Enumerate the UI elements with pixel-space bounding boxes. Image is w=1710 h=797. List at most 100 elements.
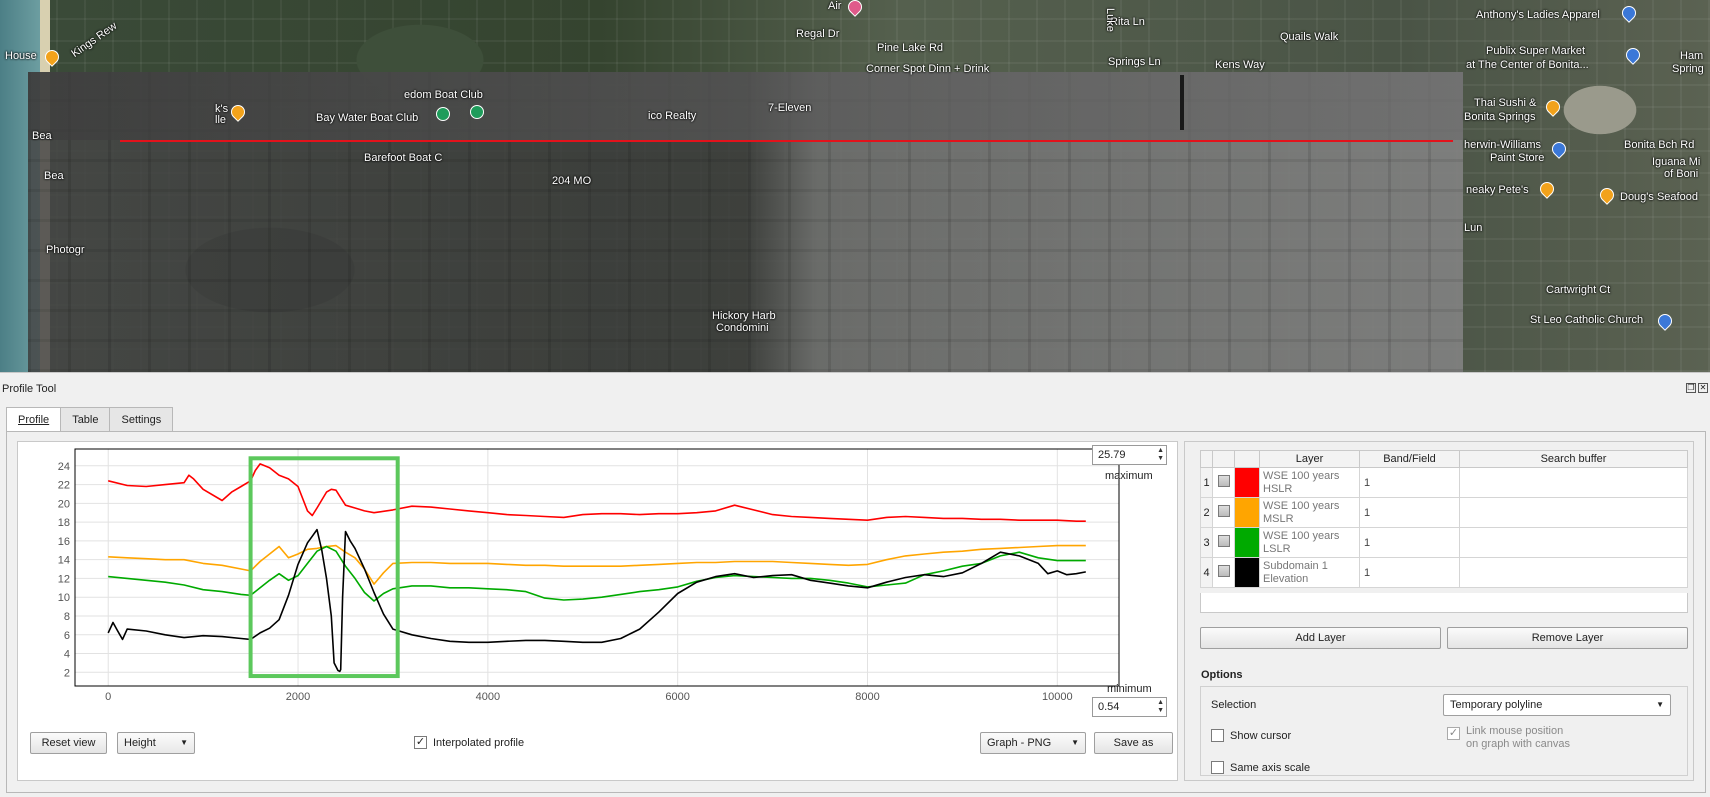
profile-polyline[interactable]: [120, 140, 1453, 142]
checkbox-checked-icon[interactable]: ✓: [414, 736, 427, 749]
save-as-button[interactable]: Save as: [1094, 732, 1173, 754]
map-label: Bea: [44, 170, 64, 182]
map-label: Bay Water Boat Club: [316, 112, 419, 124]
checkbox-icon[interactable]: [1211, 761, 1224, 774]
color-swatch[interactable]: [1235, 528, 1259, 557]
checkbox-icon[interactable]: [1217, 535, 1230, 547]
same-axis-scale-label: Same axis scale: [1230, 761, 1311, 774]
row-search-buffer[interactable]: [1459, 467, 1688, 498]
row-visibility-checkbox[interactable]: [1212, 527, 1235, 558]
link-mouse-label-line1: Link mouse position: [1466, 725, 1564, 737]
row-number: 3: [1200, 527, 1213, 558]
road-segment: [1180, 75, 1184, 130]
map-label: Ham: [1680, 50, 1704, 62]
checkbox-icon[interactable]: [1217, 505, 1230, 517]
same-axis-scale-checkbox[interactable]: Same axis scale: [1211, 761, 1310, 774]
remove-layer-button[interactable]: Remove Layer: [1447, 627, 1688, 649]
row-color-swatch[interactable]: [1234, 557, 1260, 588]
row-visibility-checkbox[interactable]: [1212, 467, 1235, 498]
boat-club-pin-icon[interactable]: [470, 105, 484, 119]
profile-plot[interactable]: 0 2000 4000 6000 8000 10000 2 4 6 8 10 12 14 16 18 20 22…: [35, 448, 1120, 714]
row-band[interactable]: 1: [1359, 467, 1460, 498]
profile-tab-body: 0 2000 4000 6000 8000 10000 2 4 6 8 10 12 14 16 18 20 22…: [6, 431, 1706, 793]
profile-chart-svg: 0 2000 4000 6000 8000 10000246810121416182022…: [58, 448, 1120, 703]
interpolated-profile-checkbox[interactable]: ✓ Interpolated profile: [414, 736, 524, 749]
min-label: minimum: [1107, 683, 1152, 695]
map-label: ico Realty: [648, 110, 697, 122]
boat-club-pin-icon[interactable]: [436, 107, 450, 121]
y-tick-label: 18: [58, 517, 70, 529]
row-color-swatch[interactable]: [1234, 527, 1260, 558]
color-swatch[interactable]: [1235, 468, 1259, 497]
map-label: lle: [215, 114, 227, 126]
selection-label: Selection: [1211, 699, 1257, 711]
header-band[interactable]: Band/Field: [1359, 450, 1460, 468]
add-layer-button[interactable]: Add Layer: [1200, 627, 1441, 649]
link-mouse-checkbox[interactable]: ✓ Link mouse position on graph with canv…: [1447, 725, 1570, 751]
table-header-row: Layer Band/Field Search buffer: [1200, 450, 1688, 468]
checkbox-icon[interactable]: [1217, 565, 1230, 577]
min-spinbox[interactable]: 0.54 ▲ ▼: [1092, 697, 1167, 717]
tab-table[interactable]: Table: [60, 407, 111, 432]
options-title: Options: [1201, 669, 1243, 681]
link-mouse-label-line2: on graph with canvas: [1466, 738, 1570, 750]
link-mouse-label: Link mouse position on graph with canvas: [1466, 725, 1570, 751]
y-tick-label: 10: [58, 592, 70, 604]
table-row[interactable]: 3 WSE 100 years LSLR 1: [1200, 527, 1688, 558]
spin-arrows-icon[interactable]: ▲ ▼: [1157, 447, 1164, 463]
table-empty-area: [1200, 593, 1688, 613]
tab-settings[interactable]: Settings: [109, 407, 174, 432]
table-row[interactable]: 1 WSE 100 years HSLR 1: [1200, 467, 1688, 498]
row-color-swatch[interactable]: [1234, 467, 1260, 498]
options-group: Selection Temporary polyline ▼ Show curs…: [1200, 686, 1688, 776]
checkbox-checked-icon[interactable]: ✓: [1447, 727, 1460, 740]
row-band[interactable]: 1: [1359, 527, 1460, 558]
row-search-buffer[interactable]: [1459, 497, 1688, 528]
table-row[interactable]: 4 Subdomain 1 Elevation 1: [1200, 557, 1688, 588]
row-search-buffer[interactable]: [1459, 527, 1688, 558]
y-tick-label: 2: [64, 667, 70, 679]
reset-view-button[interactable]: Reset view: [30, 732, 107, 754]
max-spinbox[interactable]: 25.79 ▲ ▼: [1092, 445, 1167, 465]
map-label: Quails Walk: [1280, 31, 1339, 43]
row-layer-name: WSE 100 years MSLR: [1259, 497, 1360, 528]
header-search-buffer[interactable]: Search buffer: [1459, 450, 1688, 468]
color-swatch[interactable]: [1235, 558, 1259, 587]
row-color-swatch[interactable]: [1234, 497, 1260, 528]
x-tick-label: 10000: [1042, 691, 1073, 703]
x-tick-label: 6000: [665, 691, 689, 703]
layers-panel: Layer Band/Field Search buffer 1 WSE 100…: [1184, 441, 1694, 781]
row-layer-name: Subdomain 1 Elevation: [1259, 557, 1360, 588]
row-band[interactable]: 1: [1359, 557, 1460, 588]
y-tick-label: 12: [58, 573, 70, 585]
y-tick-label: 24: [58, 461, 70, 473]
row-band[interactable]: 1: [1359, 497, 1460, 528]
row-number: 4: [1200, 557, 1213, 588]
close-icon[interactable]: ✕: [1698, 383, 1708, 393]
checkbox-icon[interactable]: [1211, 729, 1224, 742]
map-label: Anthony's Ladies Apparel: [1476, 9, 1600, 21]
map-label: Springs Ln: [1108, 56, 1161, 68]
show-cursor-label: Show cursor: [1230, 729, 1292, 742]
color-swatch[interactable]: [1235, 498, 1259, 527]
tab-profile[interactable]: Profile: [6, 407, 62, 432]
map-label: St Leo Catholic Church: [1530, 314, 1644, 326]
series-line: [107, 528, 1086, 673]
row-visibility-checkbox[interactable]: [1212, 497, 1235, 528]
map-canvas[interactable]: House Kings Rew Bay Water Boat Club edom…: [0, 0, 1710, 372]
row-search-buffer[interactable]: [1459, 557, 1688, 588]
selection-select[interactable]: Temporary polyline ▼: [1443, 694, 1671, 716]
plot-mode-select[interactable]: Height ▼: [117, 732, 195, 754]
tab-bar: Profile Table Settings: [6, 407, 174, 432]
map-label: Hickory Harb: [712, 310, 776, 322]
table-row[interactable]: 2 WSE 100 years MSLR 1: [1200, 497, 1688, 528]
header-layer[interactable]: Layer: [1259, 450, 1360, 468]
map-label: 7-Eleven: [768, 102, 812, 114]
spin-arrows-icon[interactable]: ▲ ▼: [1157, 699, 1164, 715]
row-layer-name: WSE 100 years HSLR: [1259, 467, 1360, 498]
float-icon[interactable]: ❐: [1686, 383, 1696, 393]
checkbox-icon[interactable]: [1217, 475, 1230, 487]
row-visibility-checkbox[interactable]: [1212, 557, 1235, 588]
export-format-select[interactable]: Graph - PNG ▼: [980, 732, 1086, 754]
show-cursor-checkbox[interactable]: Show cursor: [1211, 729, 1291, 742]
